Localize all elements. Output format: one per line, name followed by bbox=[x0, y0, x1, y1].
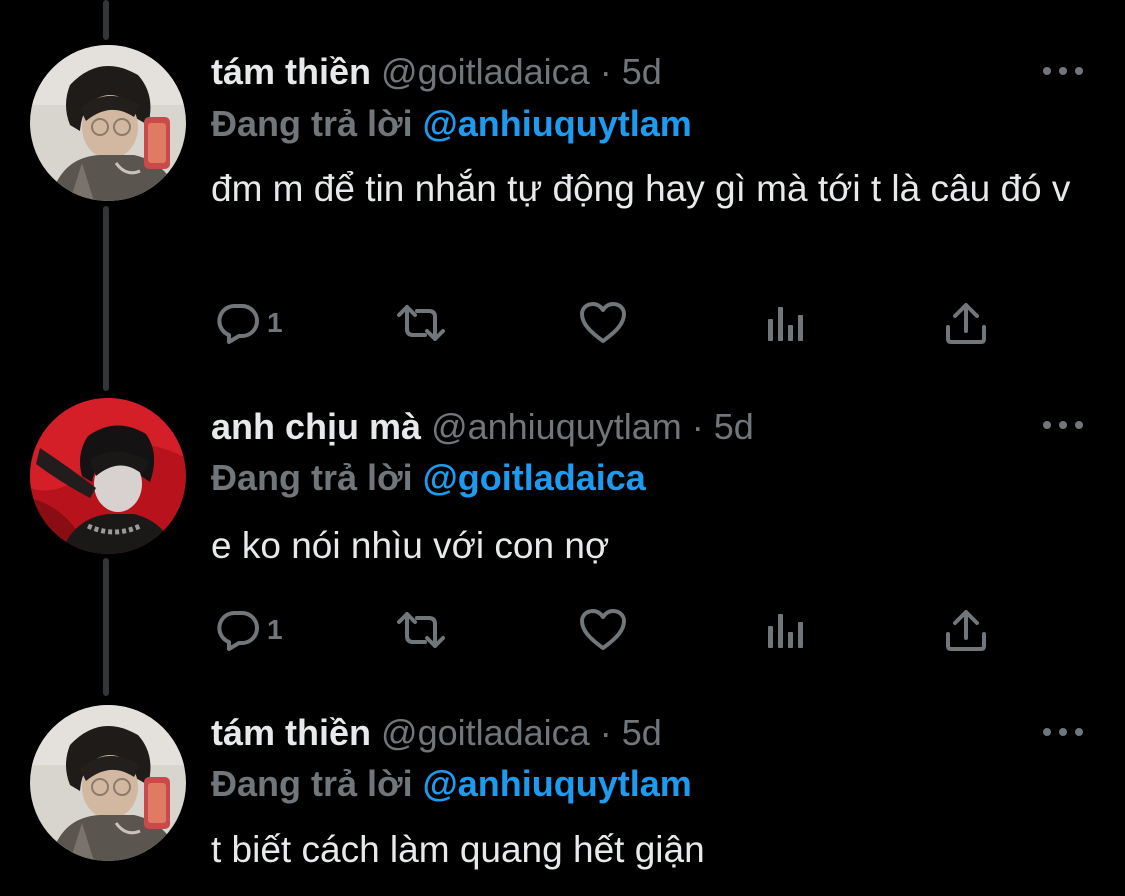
like-button[interactable] bbox=[579, 606, 627, 654]
replying-to-label: Đang trả lời bbox=[211, 763, 413, 804]
views-button[interactable] bbox=[765, 606, 807, 654]
replying-to-label: Đang trả lời bbox=[211, 103, 413, 144]
avatar[interactable] bbox=[30, 705, 186, 861]
reply-mention-link[interactable]: @goitladaica bbox=[423, 457, 646, 498]
timestamp[interactable]: 5d bbox=[622, 51, 662, 92]
replying-to: Đang trả lời @goitladaica bbox=[211, 456, 646, 500]
timestamp[interactable]: 5d bbox=[622, 712, 662, 753]
more-icon bbox=[1043, 421, 1051, 429]
analytics-icon bbox=[768, 307, 803, 341]
separator-dot: · bbox=[599, 712, 612, 753]
share-icon bbox=[946, 303, 986, 344]
reply-count: 1 bbox=[267, 307, 283, 338]
share-icon bbox=[946, 610, 986, 651]
tweet-actions: 1 bbox=[211, 299, 1001, 347]
tweet-header: tám thiền @goitladaica · 5d bbox=[211, 711, 662, 755]
more-options-button[interactable] bbox=[1043, 726, 1083, 738]
heart-icon bbox=[580, 302, 626, 343]
replying-to-label: Đang trả lời bbox=[211, 457, 413, 498]
tweet-3[interactable]: tám thiền @goitladaica · 5d Đang trả lời… bbox=[0, 700, 1125, 896]
display-name[interactable]: tám thiền bbox=[211, 712, 371, 753]
replying-to: Đang trả lời @anhiuquytlam bbox=[211, 762, 692, 806]
display-name[interactable]: anh chịu mà bbox=[211, 406, 421, 447]
more-icon bbox=[1043, 67, 1051, 75]
replying-to: Đang trả lời @anhiuquytlam bbox=[211, 102, 692, 146]
retweet-icon bbox=[397, 305, 445, 341]
separator-dot: · bbox=[691, 406, 704, 447]
share-button[interactable] bbox=[943, 606, 989, 654]
like-button[interactable] bbox=[579, 299, 627, 347]
avatar[interactable] bbox=[30, 45, 186, 201]
retweet-icon bbox=[397, 612, 445, 648]
reply-mention-link[interactable]: @anhiuquytlam bbox=[423, 103, 692, 144]
avatar[interactable] bbox=[30, 398, 186, 554]
tweet-text: e ko nói nhìu với con nợ bbox=[211, 525, 610, 566]
tweet-header: anh chịu mà @anhiuquytlam · 5d bbox=[211, 405, 754, 449]
tweet-text: t biết cách làm quang hết giận bbox=[211, 829, 705, 870]
retweet-button[interactable] bbox=[393, 299, 449, 347]
username-handle[interactable]: @goitladaica bbox=[381, 51, 590, 92]
display-name[interactable]: tám thiền bbox=[211, 51, 371, 92]
reply-mention-link[interactable]: @anhiuquytlam bbox=[423, 763, 692, 804]
username-handle[interactable]: @anhiuquytlam bbox=[431, 406, 682, 447]
views-button[interactable] bbox=[765, 299, 807, 347]
analytics-icon bbox=[768, 614, 803, 648]
reply-icon bbox=[217, 611, 259, 651]
share-button[interactable] bbox=[943, 299, 989, 347]
heart-icon bbox=[580, 609, 626, 650]
separator-dot: · bbox=[599, 51, 612, 92]
reply-icon bbox=[217, 304, 259, 344]
tweet-header: tám thiền @goitladaica · 5d bbox=[211, 50, 662, 94]
more-options-button[interactable] bbox=[1043, 65, 1083, 77]
more-icon bbox=[1043, 728, 1051, 736]
timestamp[interactable]: 5d bbox=[714, 406, 754, 447]
retweet-button[interactable] bbox=[393, 606, 449, 654]
tweet-2[interactable]: anh chịu mà @anhiuquytlam · 5d Đang trả … bbox=[0, 380, 1125, 700]
reply-count: 1 bbox=[267, 614, 283, 645]
tweet-1[interactable]: tám thiền @goitladaica · 5d Đang trả lời… bbox=[0, 0, 1125, 380]
username-handle[interactable]: @goitladaica bbox=[381, 712, 590, 753]
reply-button[interactable]: 1 bbox=[215, 299, 283, 347]
tweet-text: đm m để tin nhắn tự động hay gì mà tới t… bbox=[211, 168, 1071, 209]
more-options-button[interactable] bbox=[1043, 419, 1083, 431]
tweet-actions: 1 bbox=[211, 606, 1001, 654]
reply-button[interactable]: 1 bbox=[215, 606, 283, 654]
